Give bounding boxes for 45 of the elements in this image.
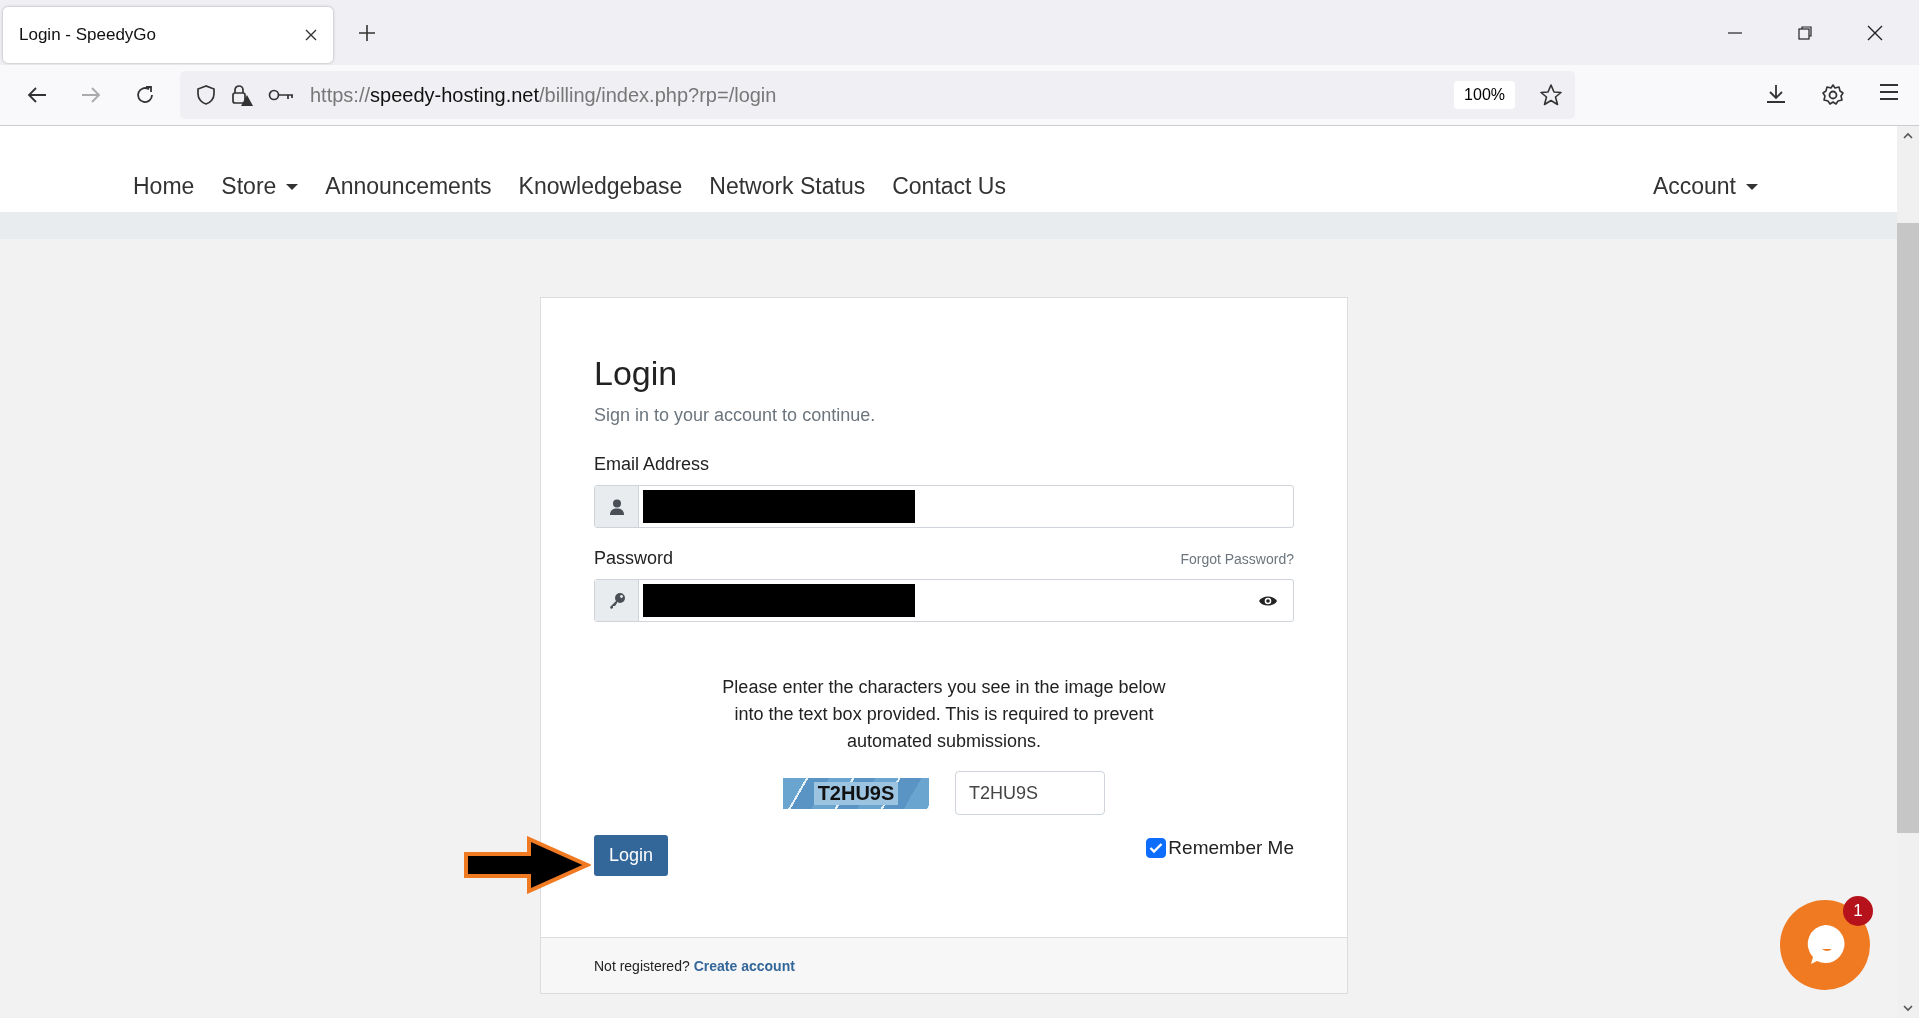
card-title: Login <box>594 354 679 393</box>
card-subtitle: Sign in to your account to continue. <box>594 405 877 426</box>
user-icon <box>609 498 624 515</box>
field-label: Password <box>594 548 674 569</box>
close-icon[interactable] <box>305 28 317 41</box>
menu-icon[interactable] <box>1879 83 1899 101</box>
lock-warning-icon[interactable] <box>230 83 254 107</box>
browser-tab[interactable]: Login - SpeedyGo <box>3 6 333 63</box>
nav-link[interactable]: Network Status <box>709 173 866 200</box>
remember-checkbox[interactable] <box>1146 838 1167 858</box>
restore-icon[interactable] <box>1797 24 1813 41</box>
forgot-password-link[interactable]: Forgot Password? <box>1180 551 1294 567</box>
shield-icon[interactable] <box>196 84 216 106</box>
account-menu[interactable]: Account <box>1652 173 1758 200</box>
scrollbar-thumb[interactable] <box>1897 223 1919 833</box>
zoom-level-button[interactable]: 100% <box>1454 81 1515 109</box>
field-label: Email Address <box>594 454 711 475</box>
key-icon[interactable] <box>268 88 294 102</box>
url-text[interactable]: https://speedy-hosting.net/billing/index.php?rp=/login <box>310 83 1441 107</box>
key-icon <box>607 591 626 610</box>
scroll-up-icon[interactable] <box>1903 132 1913 139</box>
nav-link[interactable]: Announcements <box>325 173 492 200</box>
checkbox-label[interactable]: Remember Me <box>1168 837 1294 859</box>
notification-badge: 1 <box>1843 896 1873 926</box>
star-icon[interactable] <box>1539 83 1563 107</box>
download-icon[interactable] <box>1765 83 1787 105</box>
new-tab-icon[interactable] <box>358 23 376 42</box>
pointer-arrow-icon <box>463 836 591 894</box>
settings-icon[interactable] <box>1821 83 1845 107</box>
captcha-image: T2HU9S <box>783 777 929 809</box>
captcha-instructions: Please enter the characters you see in the image below into the text box provided. This is required to prevent automated submissions. <box>721 676 1167 753</box>
create-account-link[interactable]: Create account <box>693 957 795 974</box>
login-button[interactable]: Login <box>594 835 669 876</box>
nav-link[interactable]: Knowledgebase <box>518 173 683 200</box>
address-bar[interactable]: https://speedy-hosting.net/billing/index.php?rp=/login 100% <box>180 71 1575 119</box>
captcha-input[interactable]: T2HU9S <box>955 771 1105 815</box>
nav-link[interactable]: Store <box>221 173 299 200</box>
nav-link[interactable]: Contact Us <box>892 173 1006 200</box>
password-field[interactable] <box>594 579 1294 622</box>
footer-text: Not registered? <box>594 957 690 974</box>
scroll-down-icon[interactable] <box>1903 1005 1913 1012</box>
nav-link[interactable]: Home <box>133 173 195 200</box>
close-icon[interactable] <box>1867 24 1883 41</box>
email-field[interactable] <box>594 485 1294 528</box>
reload-icon[interactable] <box>134 84 156 106</box>
